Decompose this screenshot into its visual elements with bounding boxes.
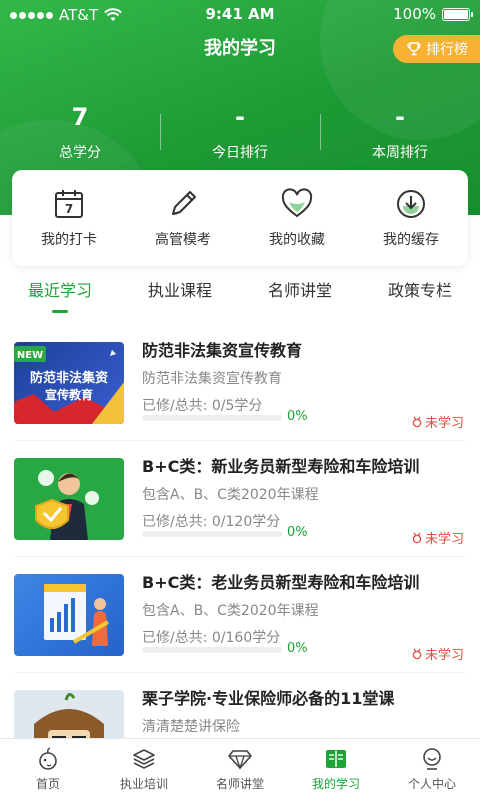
- course-subtitle: 包含A、B、C类2020年课程: [142, 603, 319, 619]
- new-badge: NEW: [17, 350, 43, 361]
- course-title: B+C类：新业务员新型寿险和车险培训: [142, 457, 420, 476]
- course-subtitle: 清清楚楚讲保险: [142, 719, 240, 735]
- pencil-icon: [172, 191, 196, 215]
- download-icon: [397, 190, 425, 218]
- nav-my-learning[interactable]: 我的学习: [288, 739, 384, 800]
- quick-action-mock-exam[interactable]: 高管模考: [126, 170, 240, 266]
- course-item[interactable]: B+C类：老业务员新型寿险和车险培训 包含A、B、C类2020年课程 已修/总共…: [14, 557, 466, 673]
- stat-value: -: [235, 103, 245, 131]
- nav-label: 首页: [35, 777, 60, 791]
- course-thumbnail: [14, 574, 124, 656]
- progress-bar: 0%: [142, 641, 312, 656]
- status-label: 未学习: [424, 648, 464, 663]
- course-status: 未学习: [411, 644, 464, 663]
- stat-week-rank: - 本周排行: [320, 100, 480, 165]
- stat-total-credits: 7 总学分: [0, 100, 160, 165]
- nav-label: 名师讲堂: [215, 777, 264, 791]
- course-subtitle: 防范非法集资宣传教育: [142, 371, 282, 387]
- thumbnail-text: 宣传教育: [45, 387, 93, 402]
- course-title: B+C类：老业务员新型寿险和车险培训: [142, 573, 420, 592]
- battery-percent: 100%: [393, 5, 436, 23]
- course-item[interactable]: NEW 防范非法集资 宣传教育 防范非法集资宣传教育 防范非法集资宣传教育 已修…: [14, 325, 466, 441]
- nav-home[interactable]: 首页: [0, 739, 96, 800]
- nav-label: 执业培训: [119, 777, 168, 791]
- medal-icon: [412, 416, 422, 427]
- quick-action-cache[interactable]: 我的缓存: [354, 170, 468, 266]
- battery-icon: [442, 7, 473, 21]
- leaderboard-button[interactable]: 排行榜: [393, 35, 480, 63]
- course-thumbnail: NEW 防范非法集资 宣传教育: [14, 342, 124, 424]
- medal-icon: [412, 532, 422, 543]
- progress-percent: 0%: [287, 641, 308, 656]
- course-status: 未学习: [411, 528, 464, 547]
- thumbnail-art: [35, 470, 99, 540]
- category-tabs: 最近学习 执业课程 名师讲堂 政策专栏: [0, 275, 480, 315]
- quick-action-favorites[interactable]: 我的收藏: [240, 170, 354, 266]
- tab-recent[interactable]: 最近学习: [0, 275, 120, 315]
- thumbnail-art: NEW 防范非法集资 宣传教育: [14, 346, 124, 424]
- stat-today-rank: - 今日排行: [160, 100, 320, 165]
- nav-profile[interactable]: 个人中心: [384, 739, 480, 800]
- medal-icon: [412, 648, 422, 659]
- tab-policy-column[interactable]: 政策专栏: [360, 275, 480, 315]
- course-item[interactable]: B+C类：新业务员新型寿险和车险培训 包含A、B、C类2020年课程 已修/总共…: [14, 441, 466, 557]
- nav-practice-training[interactable]: 执业培训: [96, 739, 192, 800]
- leaderboard-label: 排行榜: [426, 42, 468, 58]
- thumbnail-art: [44, 584, 110, 646]
- status-label: 未学习: [424, 532, 464, 547]
- stat-value: -: [395, 103, 405, 131]
- course-title: 栗子学院·专业保险师必备的11堂课: [142, 689, 395, 708]
- nav-label: 我的学习: [311, 777, 360, 791]
- course-title: 防范非法集资宣传教育: [142, 341, 303, 360]
- trophy-icon: [407, 42, 421, 56]
- stat-label: 总学分: [59, 145, 101, 161]
- progress-percent: 0%: [287, 525, 308, 540]
- course-thumbnail: [14, 458, 124, 540]
- quick-action-label: 高管模考: [155, 232, 211, 248]
- status-label: 未学习: [424, 416, 464, 431]
- nav-famous-lectures[interactable]: 名师讲堂: [192, 739, 288, 800]
- progress-percent: 0%: [287, 409, 308, 424]
- calendar-icon: 7: [55, 190, 83, 218]
- stat-label: 本周排行: [372, 145, 428, 161]
- layers-icon: [133, 749, 155, 769]
- progress-bar: 0%: [142, 525, 312, 540]
- home-icon: [39, 747, 57, 770]
- course-list: NEW 防范非法集资 宣传教育 防范非法集资宣传教育 防范非法集资宣传教育 已修…: [0, 325, 480, 789]
- quick-action-checkin[interactable]: 7 我的打卡: [12, 170, 126, 266]
- stats-row: 7 总学分 - 今日排行 - 本周排行: [0, 100, 480, 165]
- nav-label: 个人中心: [407, 777, 456, 791]
- tab-practice-courses[interactable]: 执业课程: [120, 275, 240, 315]
- heart-icon: [281, 188, 313, 218]
- bottom-nav: 首页 执业培训 名师讲堂 我的学习 个人中心: [0, 738, 480, 800]
- course-status: 未学习: [411, 412, 464, 431]
- diamond-icon: [228, 750, 252, 771]
- stat-value: 7: [71, 103, 89, 131]
- status-bar: AT&T 9:41 AM 100%: [0, 0, 480, 30]
- quick-action-label: 我的打卡: [41, 232, 97, 248]
- thumbnail-text: 防范非法集资: [30, 370, 108, 386]
- book-icon: [326, 750, 346, 768]
- tab-famous-lectures[interactable]: 名师讲堂: [240, 275, 360, 315]
- quick-action-label: 我的收藏: [269, 232, 325, 248]
- course-subtitle: 包含A、B、C类2020年课程: [142, 487, 319, 503]
- progress-bar: 0%: [142, 409, 312, 424]
- quick-action-label: 我的缓存: [383, 232, 439, 248]
- stat-label: 今日排行: [212, 145, 268, 161]
- user-icon: [423, 748, 441, 770]
- calendar-day: 7: [65, 202, 73, 216]
- quick-actions-card: 7 我的打卡 高管模考 我的收藏 我的缓存: [12, 170, 468, 266]
